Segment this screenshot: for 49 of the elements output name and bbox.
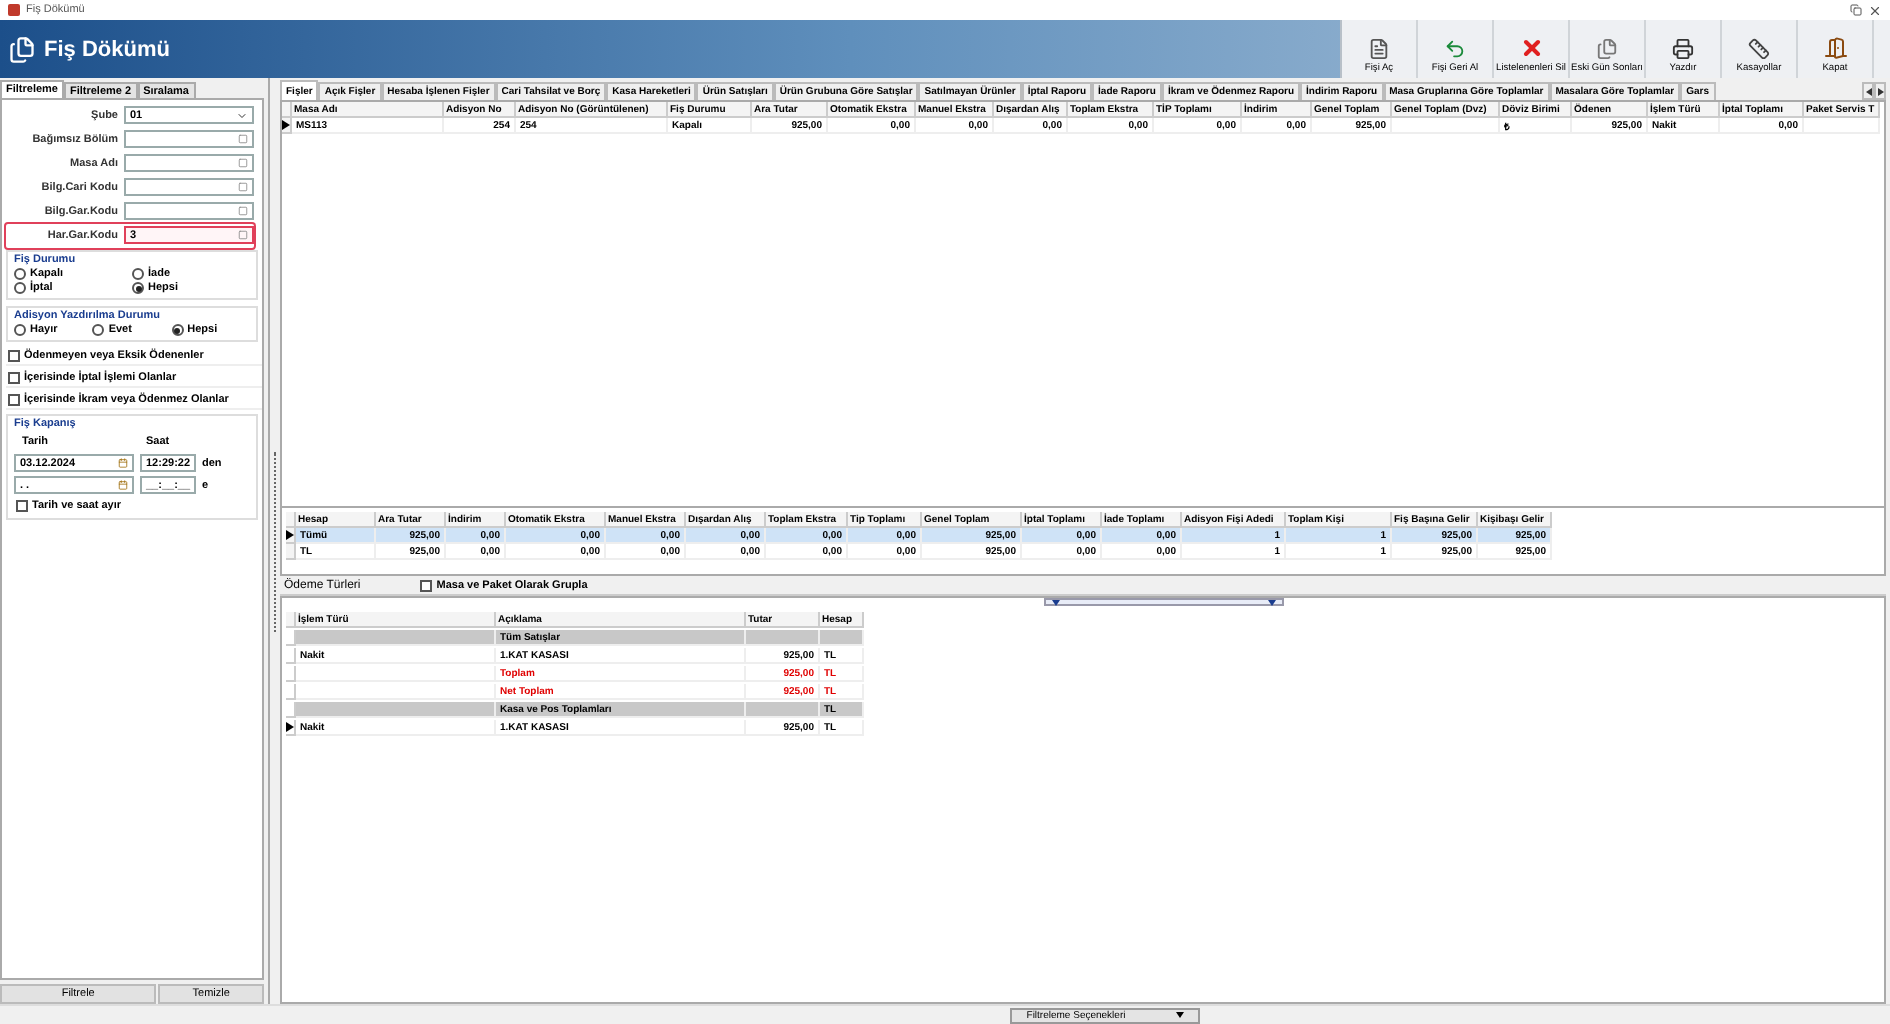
printer-icon [1672, 38, 1694, 60]
table-cell [1392, 118, 1500, 134]
radio-button[interactable] [132, 268, 144, 280]
door-icon [1823, 36, 1847, 60]
close-icon [1519, 36, 1543, 60]
row-pointer-icon [286, 721, 294, 731]
ruler-icon [1748, 38, 1770, 60]
lookup-icon [238, 230, 248, 240]
documents-icon [1596, 38, 1618, 60]
radio-button[interactable] [14, 282, 26, 294]
down-arrow-icon [1051, 599, 1059, 605]
table-cell [1804, 118, 1880, 134]
calendar-icon [118, 458, 128, 468]
right-arrow-icon [1877, 87, 1883, 95]
lookup-icon [238, 206, 248, 216]
lookup-icon [238, 134, 248, 144]
left-arrow-icon [1865, 87, 1871, 95]
splitter-handle[interactable] [1043, 598, 1283, 606]
calendar-icon [118, 480, 128, 490]
checkbox[interactable] [16, 500, 28, 512]
radio-button[interactable] [132, 282, 144, 294]
chevron-down-icon [236, 109, 248, 121]
checkbox[interactable] [8, 371, 20, 383]
app-icon [8, 4, 20, 16]
table-cell [746, 701, 820, 717]
input-field[interactable] [124, 202, 254, 220]
grid-corner [286, 612, 296, 628]
input-field[interactable] [124, 154, 254, 172]
documents-icon [8, 35, 36, 63]
radio-button[interactable] [92, 324, 105, 336]
restore-icon[interactable] [1850, 4, 1862, 16]
checkbox[interactable] [420, 579, 433, 591]
lookup-icon [238, 182, 248, 192]
close-icon[interactable] [1868, 3, 1882, 17]
row-pointer-icon [286, 530, 294, 540]
radio-button[interactable] [14, 268, 26, 280]
header-title: Fiş Dökümü [44, 37, 172, 61]
down-arrow-icon [1267, 599, 1275, 605]
input-field[interactable] [124, 178, 254, 196]
input-field[interactable] [124, 130, 254, 148]
caret-icon [1175, 1012, 1184, 1018]
radio-button[interactable] [14, 324, 26, 336]
lookup-icon [238, 158, 248, 168]
checkbox[interactable] [8, 393, 20, 405]
undo-icon [1444, 38, 1466, 60]
checkbox[interactable] [8, 349, 20, 361]
document-icon [1368, 38, 1390, 60]
row-pointer-icon [282, 120, 290, 130]
radio-button[interactable] [171, 324, 184, 336]
